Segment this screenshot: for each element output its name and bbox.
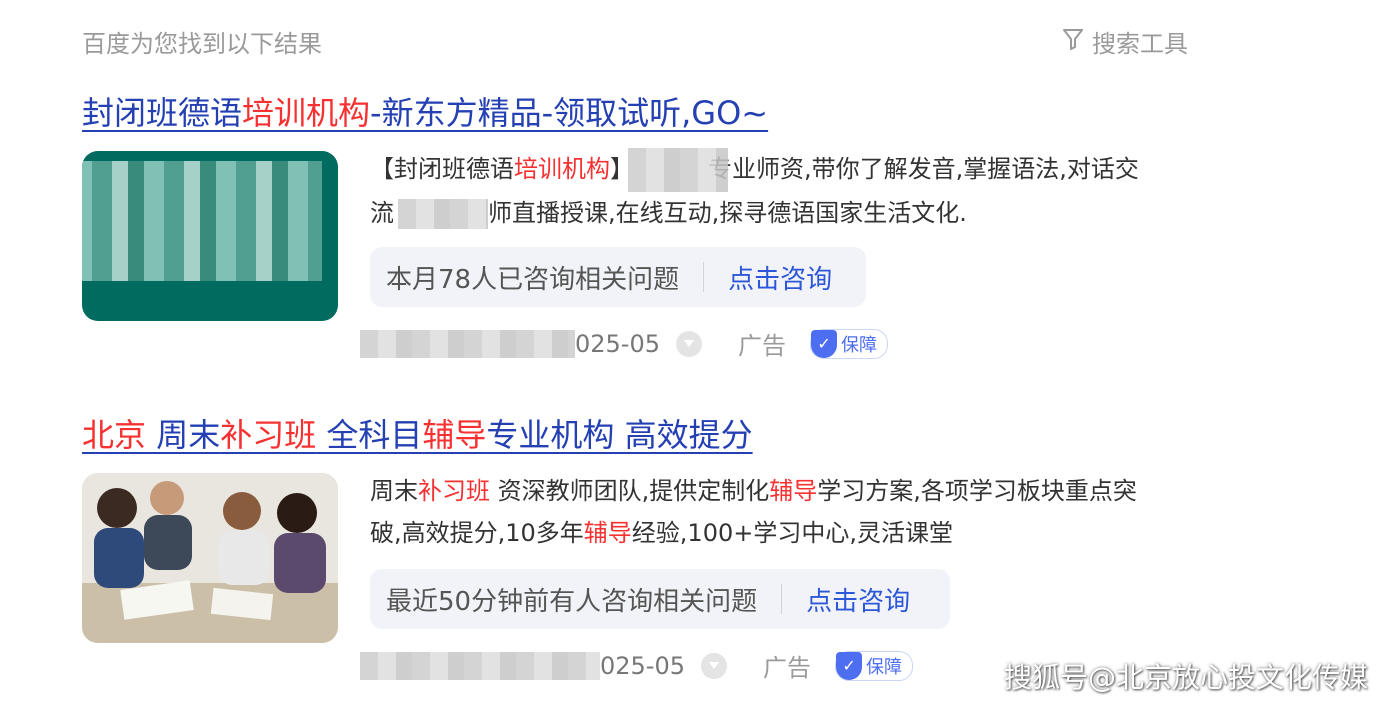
consult-button[interactable]: 点击咨询: [728, 259, 832, 296]
result-description-2: 周末补习班 资深教师团队,提供定制化辅导学习方案,各项学习板块重点突 破,高效提…: [370, 470, 1210, 554]
blurred-url: [360, 651, 600, 680]
consult-bar-1: 本月78人已咨询相关问题 点击咨询: [370, 247, 866, 307]
title-highlight: 补习班: [220, 416, 317, 454]
search-tools-button[interactable]: 搜索工具: [1062, 24, 1188, 59]
title-highlight: 培训机构: [242, 94, 371, 132]
desc-highlight: 培训机构: [514, 155, 610, 183]
ad-label: 广告: [763, 654, 812, 682]
badge-label: 保障: [866, 656, 903, 678]
ad-label: 广告: [738, 332, 787, 360]
guarantee-badge[interactable]: ✓ 保障: [835, 650, 914, 681]
guarantee-badge[interactable]: ✓ 保障: [810, 328, 889, 359]
shield-check-icon: ✓: [836, 651, 863, 680]
blurred-text: [628, 148, 728, 192]
desc-text: 破,高效提分,10多年: [370, 519, 584, 547]
result-meta-2: 025-05 广告 ✓ 保障: [360, 648, 914, 683]
desc-highlight: 辅导: [769, 477, 818, 505]
results-count-hint: 百度为您找到以下结果: [82, 30, 322, 58]
title-highlight: 北京: [82, 416, 147, 454]
blurred-url: [360, 329, 575, 358]
title-segment: 封闭班德语: [82, 94, 243, 132]
divider: [703, 262, 705, 292]
result-date: 025-05: [575, 329, 661, 358]
result-date: 025-05: [600, 651, 686, 680]
search-tools-label: 搜索工具: [1092, 30, 1188, 58]
dropdown-icon[interactable]: [701, 652, 728, 679]
title-highlight: 辅导: [422, 416, 487, 454]
consult-button[interactable]: 点击咨询: [806, 581, 910, 618]
consult-bar-2: 最近50分钟前有人咨询相关问题 点击咨询: [370, 569, 950, 629]
title-segment: 全科目: [316, 416, 423, 454]
desc-text: 师直播授课,在线互动,探寻德语国家生活文化.: [488, 199, 967, 227]
badge-label: 保障: [841, 334, 878, 356]
blurred-text: [398, 199, 488, 229]
title-segment: 周末: [146, 416, 221, 454]
result-description-1: 【封闭班德语培训机构】 专业师资,带你了解发音,掌握语法,对话交 流师直播授课,在…: [370, 148, 1210, 234]
result-thumbnail-2[interactable]: [82, 473, 338, 643]
result-meta-1: 025-05 广告 ✓ 保障: [360, 326, 889, 361]
consult-stat: 本月78人已咨询相关问题: [386, 264, 680, 295]
divider: [781, 584, 783, 614]
desc-text: 流: [370, 199, 394, 227]
desc-text: 周末: [370, 477, 418, 505]
desc-highlight: 辅导: [583, 519, 632, 547]
pixelated-image: [82, 161, 322, 281]
shield-check-icon: ✓: [811, 329, 838, 358]
filter-icon: [1062, 27, 1084, 57]
dropdown-icon[interactable]: [676, 330, 703, 357]
desc-text: 经验,100+学习中心,灵活课堂: [631, 519, 953, 547]
consult-stat: 最近50分钟前有人咨询相关问题: [386, 586, 758, 617]
watermark: 搜狐号@北京放心投文化传媒: [1003, 661, 1368, 694]
title-segment: -新东方精品-领取试听,GO~: [370, 94, 769, 132]
result-thumbnail-1[interactable]: [82, 151, 338, 321]
desc-highlight: 补习班: [418, 477, 490, 505]
desc-text: 资深教师团队,提供定制化: [490, 477, 770, 505]
result-title-1[interactable]: 封闭班德语培训机构-新东方精品-领取试听,GO~: [82, 88, 768, 134]
desc-text: 学习方案,各项学习板块重点突: [817, 477, 1137, 505]
desc-text: 专业师资,带你了解发音,掌握语法,对话交: [708, 155, 1139, 183]
title-segment: 专业机构 高效提分: [486, 416, 753, 454]
students-photo: [82, 473, 338, 643]
desc-text: 【封闭班德语: [370, 155, 514, 183]
result-title-2[interactable]: 北京 周末补习班 全科目辅导专业机构 高效提分: [82, 410, 753, 456]
